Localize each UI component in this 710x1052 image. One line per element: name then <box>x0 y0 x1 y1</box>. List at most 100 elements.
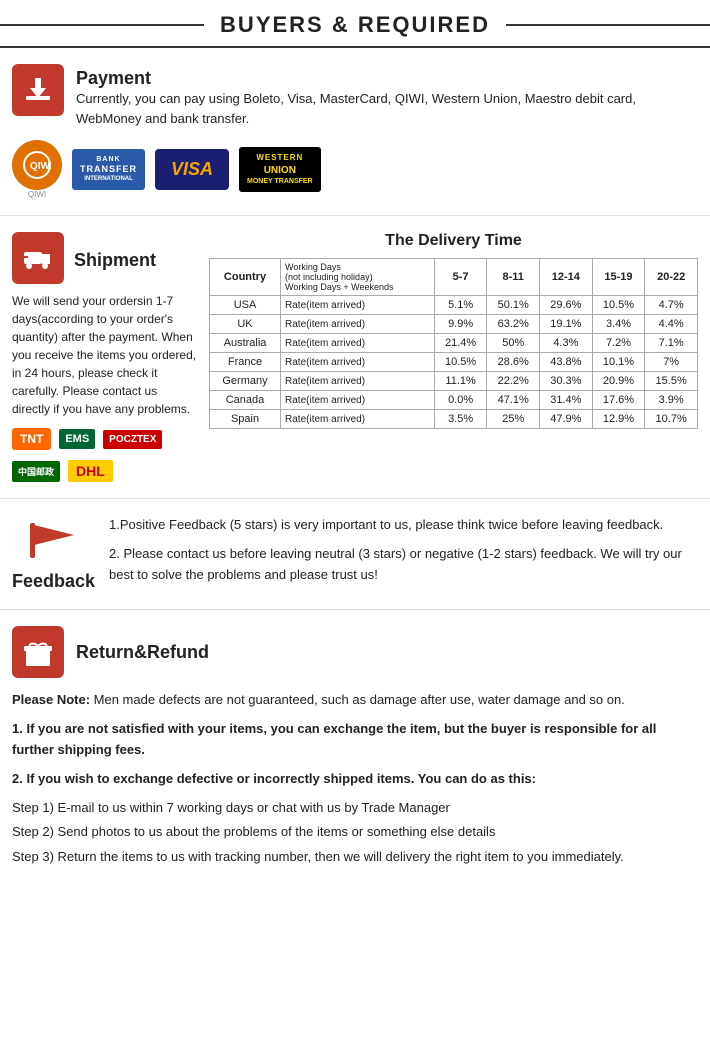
col-12-14: 12-14 <box>540 259 593 296</box>
col-8-11: 8-11 <box>487 259 540 296</box>
col-working-days: Working Days(not including holiday)Worki… <box>281 259 435 296</box>
delivery-val-0-0: 5.1% <box>434 296 487 315</box>
delivery-val-2-2: 4.3% <box>540 334 593 353</box>
delivery-country-4: Germany <box>210 372 281 391</box>
return-refund-section: Return&Refund Please Note: Men made defe… <box>0 610 710 888</box>
delivery-val-5-2: 31.4% <box>540 391 593 410</box>
shipment-top: Shipment We will send your ordersin 1-7 … <box>12 232 698 482</box>
delivery-val-6-2: 47.9% <box>540 410 593 429</box>
return-icon <box>12 626 64 678</box>
delivery-rate-label-6: Rate(item arrived) <box>281 410 435 429</box>
western-union-logo: WESTERN UNION MONEY TRANSFER <box>239 147 321 191</box>
delivery-rate-label-1: Rate(item arrived) <box>281 315 435 334</box>
payment-logos: QIWI QIWI BANK TRANSFER INTERNATIONAL VI… <box>12 140 698 199</box>
return-point2-label: 2. If you wish to exchange defective or … <box>12 769 698 790</box>
page-header: BUYERS & REQUIRED <box>0 0 710 48</box>
delivery-val-5-1: 47.1% <box>487 391 540 410</box>
delivery-country-1: UK <box>210 315 281 334</box>
return-note: Please Note: Men made defects are not gu… <box>12 690 698 711</box>
delivery-val-6-0: 3.5% <box>434 410 487 429</box>
bank-transfer-logo: BANK TRANSFER INTERNATIONAL <box>72 149 145 190</box>
return-step-1: Step 2) Send photos to us about the prob… <box>12 822 698 843</box>
delivery-country-2: Australia <box>210 334 281 353</box>
shipment-section: Shipment We will send your ordersin 1-7 … <box>0 216 710 499</box>
delivery-val-0-1: 50.1% <box>487 296 540 315</box>
dhl-logo: DHL <box>68 460 113 482</box>
delivery-val-0-3: 10.5% <box>592 296 645 315</box>
delivery-rate-label-4: Rate(item arrived) <box>281 372 435 391</box>
payment-description: Currently, you can pay using Boleto, Vis… <box>76 89 698 128</box>
payment-label: Payment <box>76 68 698 89</box>
col-20-22: 20-22 <box>645 259 698 296</box>
payment-section: Payment Currently, you can pay using Bol… <box>0 48 710 216</box>
visa-logo: VISA <box>155 149 229 190</box>
delivery-val-0-2: 29.6% <box>540 296 593 315</box>
delivery-rate-label-5: Rate(item arrived) <box>281 391 435 410</box>
delivery-rate-label-0: Rate(item arrived) <box>281 296 435 315</box>
pocztex-logo: POCZTEX <box>103 430 162 449</box>
ems-logo: EMS <box>59 429 95 449</box>
svg-text:QIWI: QIWI <box>30 161 51 172</box>
delivery-val-1-2: 19.1% <box>540 315 593 334</box>
qiwi-logo: QIWI <box>12 140 62 190</box>
tnt-logo: TNT <box>12 428 51 450</box>
shipment-header: Shipment <box>12 232 197 284</box>
delivery-val-4-2: 30.3% <box>540 372 593 391</box>
feedback-icon-block: Feedback <box>12 515 95 592</box>
feedback-label: Feedback <box>12 571 95 592</box>
delivery-val-2-0: 21.4% <box>434 334 487 353</box>
col-5-7: 5-7 <box>434 259 487 296</box>
delivery-val-4-0: 11.1% <box>434 372 487 391</box>
delivery-val-2-1: 50% <box>487 334 540 353</box>
delivery-val-6-3: 12.9% <box>592 410 645 429</box>
delivery-table: Country Working Days(not including holid… <box>209 258 698 429</box>
delivery-val-1-3: 3.4% <box>592 315 645 334</box>
delivery-val-3-1: 28.6% <box>487 353 540 372</box>
shipment-label: Shipment <box>74 250 156 271</box>
payment-icon <box>12 64 64 116</box>
header-line-right <box>506 24 710 26</box>
delivery-val-3-2: 43.8% <box>540 353 593 372</box>
delivery-val-4-3: 20.9% <box>592 372 645 391</box>
delivery-val-1-0: 9.9% <box>434 315 487 334</box>
shipment-right: The Delivery Time Country Working Days(n… <box>209 232 698 429</box>
return-note-text: Men made defects are not guaranteed, suc… <box>90 692 625 707</box>
shipment-icon <box>12 232 64 284</box>
delivery-val-1-1: 63.2% <box>487 315 540 334</box>
return-step-0: Step 1) E-mail to us within 7 working da… <box>12 798 698 819</box>
carrier-logos-2: 中国邮政 DHL <box>12 460 197 482</box>
return-label: Return&Refund <box>76 642 209 663</box>
return-note-label: Please Note: <box>12 692 90 707</box>
feedback-section: Feedback 1.Positive Feedback (5 stars) i… <box>0 499 710 610</box>
delivery-val-6-4: 10.7% <box>645 410 698 429</box>
delivery-val-4-1: 22.2% <box>487 372 540 391</box>
return-point1: 1. If you are not satisfied with your it… <box>12 719 698 761</box>
delivery-val-3-3: 10.1% <box>592 353 645 372</box>
delivery-country-6: Spain <box>210 410 281 429</box>
delivery-title: The Delivery Time <box>209 232 698 250</box>
col-country: Country <box>210 259 281 296</box>
feedback-point2: 2. Please contact us before leaving neut… <box>109 544 698 586</box>
delivery-val-5-4: 3.9% <box>645 391 698 410</box>
delivery-val-3-4: 7% <box>645 353 698 372</box>
payment-header: Payment Currently, you can pay using Bol… <box>12 64 698 128</box>
delivery-val-4-4: 15.5% <box>645 372 698 391</box>
delivery-val-6-1: 25% <box>487 410 540 429</box>
delivery-val-2-4: 7.1% <box>645 334 698 353</box>
delivery-country-0: USA <box>210 296 281 315</box>
chinapost-logo: 中国邮政 <box>12 461 60 482</box>
delivery-val-0-4: 4.7% <box>645 296 698 315</box>
qiwi-logo-block: QIWI QIWI <box>12 140 62 199</box>
shipment-text: We will send your ordersin 1-7 days(acco… <box>12 292 197 418</box>
delivery-rate-label-3: Rate(item arrived) <box>281 353 435 372</box>
return-header: Return&Refund <box>12 626 698 678</box>
delivery-country-5: Canada <box>210 391 281 410</box>
payment-content: Payment Currently, you can pay using Bol… <box>76 64 698 128</box>
header-line-left <box>0 24 204 26</box>
return-step-2: Step 3) Return the items to us with trac… <box>12 847 698 868</box>
page-title: BUYERS & REQUIRED <box>204 12 506 38</box>
carrier-logos: TNT EMS POCZTEX <box>12 428 197 450</box>
shipment-left: Shipment We will send your ordersin 1-7 … <box>12 232 197 482</box>
feedback-point1: 1.Positive Feedback (5 stars) is very im… <box>109 515 698 536</box>
return-steps: Step 1) E-mail to us within 7 working da… <box>12 798 698 868</box>
